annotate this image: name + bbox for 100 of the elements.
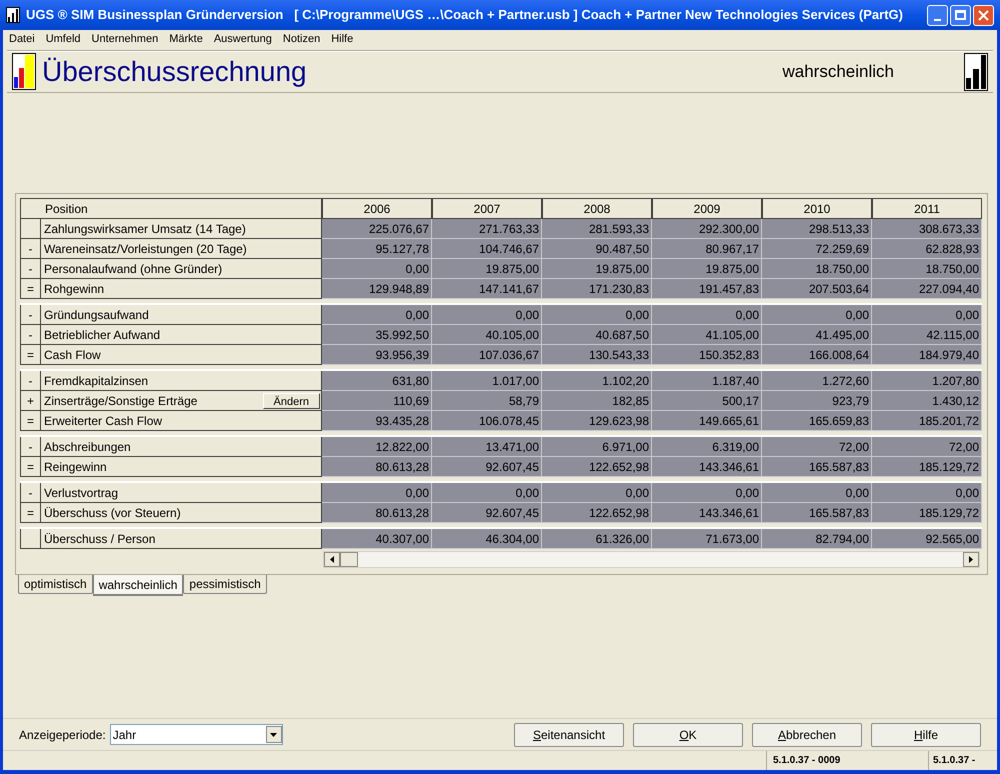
operator-cell: + — [20, 391, 41, 411]
period-dropdown[interactable]: Jahr — [110, 724, 283, 745]
scenario-tab[interactable]: optimistisch — [18, 575, 93, 594]
table-cell: 19.875,00 — [652, 259, 762, 279]
table-cell: 90.487,50 — [542, 239, 652, 259]
operator-cell: - — [20, 305, 41, 325]
table-cell: 6.971,00 — [542, 437, 652, 457]
table-cell: 72,00 — [762, 437, 872, 457]
window-title: UGS ® SIM Businessplan Gründerversion [ C:\Programme\UGS …\Coach + Partner.usb ] Coach + Partner New Technologies Services (PartG) — [26, 6, 904, 24]
table-cell: 129.948,89 — [322, 279, 432, 299]
table-cell: 1.207,80 — [872, 371, 982, 391]
position-label: Reingewinn — [44, 458, 108, 476]
dialog-button[interactable]: OK — [633, 722, 743, 746]
status-text: 5.1.0.37 - — [932, 754, 976, 768]
position-label: Rohgewinn — [44, 280, 106, 298]
close-button[interactable] — [973, 4, 994, 26]
menu-item[interactable]: Notizen — [282, 30, 320, 48]
menu-item[interactable]: Hilfe — [331, 30, 354, 48]
table-cell: 61.326,00 — [542, 529, 652, 549]
operator-cell: = — [20, 457, 41, 477]
table-cell: 143.346,61 — [652, 457, 762, 477]
scenario-tab[interactable]: wahrscheinlich — [92, 575, 184, 596]
scroll-thumb[interactable] — [340, 552, 358, 567]
table-cell: 122.652,98 — [542, 503, 652, 523]
table-cell: 92.607,45 — [432, 457, 542, 477]
menu-item[interactable]: Umfeld — [46, 30, 81, 48]
menu-item[interactable]: Unternehmen — [92, 30, 158, 48]
dialog-button[interactable]: Hilfe — [871, 722, 981, 746]
operator-cell: - — [20, 371, 41, 391]
page-title: Überschussrechnung — [42, 58, 308, 86]
position-label: Personalaufwand (ohne Gründer) — [44, 260, 224, 278]
scroll-left-button[interactable] — [324, 552, 340, 567]
table-cell: 500,17 — [652, 391, 762, 411]
table-cell: 18.750,00 — [762, 259, 872, 279]
table-cell: 165.659,83 — [762, 411, 872, 431]
maximize-button[interactable] — [950, 4, 971, 26]
menu-item[interactable]: Auswertung — [214, 30, 272, 48]
table-cell: 182,85 — [542, 391, 652, 411]
table-cell: 40.307,00 — [322, 529, 432, 549]
table-cell: 95.127,78 — [322, 239, 432, 259]
period-label: Anzeigeperiode: — [19, 726, 106, 744]
table-cell: 298.513,33 — [762, 219, 872, 239]
table-cell: 12.822,00 — [322, 437, 432, 457]
table-cell: 80.613,28 — [322, 457, 432, 477]
table-cell: 185.129,72 — [872, 503, 982, 523]
scroll-right-button[interactable] — [963, 552, 979, 567]
table-cell: 80.967,17 — [652, 239, 762, 259]
table-cell: 147.141,67 — [432, 279, 542, 299]
column-header: Position — [20, 198, 322, 219]
position-label: Zinserträge/Sonstige Erträge — [44, 392, 198, 410]
change-button[interactable]: Ändern — [262, 392, 320, 408]
dialog-button[interactable]: Abbrechen — [752, 722, 862, 746]
scenario-tab[interactable]: pessimistisch — [183, 575, 267, 594]
table-cell: 13.471,00 — [432, 437, 542, 457]
column-header: 2008 — [542, 198, 652, 219]
table-cell: 292.300,00 — [652, 219, 762, 239]
table-cell: 18.750,00 — [872, 259, 982, 279]
signal-bars-icon — [964, 52, 988, 90]
right-arrow-icon — [969, 556, 973, 563]
position-label: Fremdkapitalzinsen — [44, 372, 150, 390]
bar-chart-icon — [6, 7, 20, 23]
position-label: Erweiterter Cash Flow — [44, 412, 164, 430]
position-label: Betrieblicher Aufwand — [44, 326, 162, 344]
column-header: 2009 — [652, 198, 762, 219]
left-arrow-icon — [330, 556, 334, 563]
table-cell: 143.346,61 — [652, 503, 762, 523]
position-label: Überschuss / Person — [44, 530, 156, 548]
position-label: Cash Flow — [44, 346, 102, 364]
table-cell: 1.272,60 — [762, 371, 872, 391]
table-cell: 58,79 — [432, 391, 542, 411]
table-cell: 93.956,39 — [322, 345, 432, 365]
dropdown-button[interactable] — [266, 726, 282, 743]
operator-cell: - — [20, 483, 41, 503]
table-cell: 82.794,00 — [762, 529, 872, 549]
table-cell: 150.352,83 — [652, 345, 762, 365]
operator-cell: - — [20, 259, 41, 279]
table-cell: 0,00 — [432, 305, 542, 325]
column-header: 2007 — [432, 198, 542, 219]
table-cell: 166.008,64 — [762, 345, 872, 365]
table-cell: 631,80 — [322, 371, 432, 391]
table-cell: 149.665,61 — [652, 411, 762, 431]
operator-cell: - — [20, 325, 41, 345]
close-icon — [978, 10, 989, 20]
operator-cell: - — [20, 239, 41, 259]
table-cell: 19.875,00 — [432, 259, 542, 279]
table-cell: 40.105,00 — [432, 325, 542, 345]
column-header: 2010 — [762, 198, 872, 219]
menu-item[interactable]: Datei — [9, 30, 35, 48]
horizontal-scrollbar[interactable] — [323, 551, 980, 568]
position-label: Zahlungswirksamer Umsatz (14 Tage) — [44, 220, 247, 238]
dialog-button[interactable]: Seitenansicht — [514, 722, 624, 746]
operator-cell: = — [20, 411, 41, 431]
table-cell: 122.652,98 — [542, 457, 652, 477]
table-cell: 1.430,12 — [872, 391, 982, 411]
minimize-button[interactable] — [927, 4, 948, 26]
table-cell: 185.129,72 — [872, 457, 982, 477]
table-cell: 19.875,00 — [542, 259, 652, 279]
scenario-label: wahrscheinlich — [782, 60, 894, 83]
menu-item[interactable]: Märkte — [169, 30, 203, 48]
table-cell: 92.607,45 — [432, 503, 542, 523]
